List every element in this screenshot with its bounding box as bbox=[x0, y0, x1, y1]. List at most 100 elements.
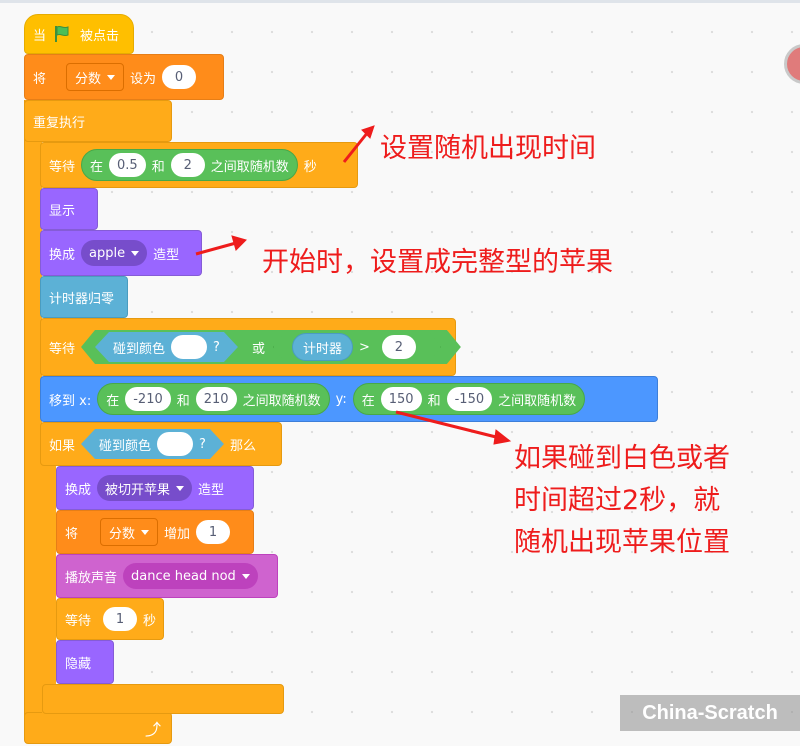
change-variable-block[interactable]: 将 分数 增加 1 bbox=[56, 510, 254, 554]
block-text: 计时器 bbox=[302, 341, 342, 357]
show-block[interactable]: 显示 bbox=[40, 188, 98, 230]
block-text: 等待 bbox=[65, 613, 92, 629]
if-then-block[interactable]: 如果 碰到颜色 ? 那么 bbox=[40, 422, 282, 466]
pick-random-y[interactable]: 在 150 和 -150 之间取随机数 bbox=[352, 383, 586, 415]
wait-seconds-block[interactable]: 等待 1 秒 bbox=[56, 598, 164, 640]
caret-down-icon bbox=[131, 250, 140, 256]
switch-costume-block[interactable]: 换成 被切开苹果 造型 bbox=[56, 466, 254, 510]
watermark: China-Scratch bbox=[620, 695, 800, 731]
variable-dropdown[interactable]: 分数 bbox=[100, 518, 159, 546]
reset-timer-block[interactable]: 计时器归零 bbox=[40, 276, 128, 318]
touching-color-condition[interactable]: 碰到颜色 ? bbox=[95, 332, 238, 362]
block-text: 和 bbox=[176, 393, 190, 409]
number-input[interactable]: 2 bbox=[170, 153, 205, 177]
block-text: 换成 bbox=[65, 482, 92, 498]
wait-random-block[interactable]: 等待 在 0.5 和 2 之间取随机数 秒 bbox=[40, 142, 358, 188]
pick-random-reporter[interactable]: 在 0.5 和 2 之间取随机数 bbox=[81, 149, 298, 181]
when-flag-clicked-block[interactable]: 当 被点击 bbox=[24, 14, 134, 54]
variable-dropdown[interactable]: 分数 bbox=[66, 63, 125, 91]
block-text: 在 bbox=[106, 393, 120, 409]
touching-color-condition[interactable]: 碰到颜色 ? bbox=[81, 429, 224, 459]
block-text: 如果 bbox=[49, 438, 76, 454]
number-input[interactable]: 150 bbox=[380, 387, 422, 411]
block-text: 之间取随机数 bbox=[210, 159, 289, 175]
block-text: 在 bbox=[361, 393, 375, 409]
caret-down-icon bbox=[141, 529, 150, 535]
block-text: 等待 bbox=[49, 341, 76, 357]
number-input[interactable]: 0.5 bbox=[109, 153, 146, 177]
block-text: 碰到颜色 bbox=[99, 438, 152, 454]
forever-block[interactable]: 重复执行 bbox=[24, 100, 172, 142]
greater-than-operator[interactable]: 计时器 > 2 bbox=[273, 329, 441, 365]
number-input[interactable]: -150 bbox=[446, 387, 493, 411]
timer-reporter[interactable]: 计时器 bbox=[292, 333, 353, 361]
number-input[interactable]: 1 bbox=[103, 607, 138, 631]
annotation-random-time: 设置随机出现时间 bbox=[380, 133, 596, 164]
annotation-line-3: 随机出现苹果位置 bbox=[514, 527, 730, 558]
block-text: 显示 bbox=[49, 203, 76, 219]
block-text: 换成 bbox=[49, 247, 76, 263]
annotation-line-2: 时间超过2秒，就 bbox=[514, 485, 721, 516]
block-text: 造型 bbox=[153, 247, 180, 263]
caret-down-icon bbox=[176, 485, 185, 491]
block-text: 那么 bbox=[229, 438, 256, 454]
loop-arrow-icon: ⤴ bbox=[144, 720, 161, 739]
green-flag-icon bbox=[55, 25, 69, 42]
annotation-full-apple: 开始时，设置成完整型的苹果 bbox=[262, 247, 613, 278]
block-text: 将 bbox=[33, 71, 47, 87]
number-input[interactable]: 210 bbox=[195, 387, 237, 411]
sound-dropdown[interactable]: dance head nod bbox=[123, 563, 258, 589]
forever-bottom[interactable]: ⤴ bbox=[24, 712, 172, 744]
block-text: y: bbox=[335, 391, 347, 407]
dropdown-value: dance head nod bbox=[131, 568, 236, 584]
pick-random-x[interactable]: 在 -210 和 210 之间取随机数 bbox=[97, 383, 330, 415]
block-text: 重复执行 bbox=[33, 115, 86, 131]
if-bottom bbox=[42, 684, 284, 714]
color-picker[interactable] bbox=[157, 432, 193, 456]
block-text: 移到 x: bbox=[49, 393, 92, 409]
block-text: 和 bbox=[151, 159, 165, 175]
stop-button-icon[interactable] bbox=[784, 44, 800, 84]
block-text: 隐藏 bbox=[65, 656, 92, 672]
block-text: 等待 bbox=[49, 159, 76, 175]
hide-block[interactable]: 隐藏 bbox=[56, 640, 114, 684]
block-text: 当 bbox=[33, 28, 47, 44]
value-input[interactable]: 0 bbox=[162, 65, 197, 89]
block-text: 计时器归零 bbox=[49, 291, 115, 307]
costume-dropdown[interactable]: 被切开苹果 bbox=[97, 475, 193, 501]
play-sound-block[interactable]: 播放声音 dance head nod bbox=[56, 554, 278, 598]
costume-dropdown[interactable]: apple bbox=[81, 240, 148, 266]
block-text: 之间取随机数 bbox=[242, 393, 321, 409]
block-text: 碰到颜色 bbox=[113, 341, 166, 357]
block-text: 之间取随机数 bbox=[498, 393, 577, 409]
goto-xy-block[interactable]: 移到 x: 在 -210 和 210 之间取随机数 y: 在 150 和 -15… bbox=[40, 376, 658, 422]
set-variable-block[interactable]: 将 分数 设为 0 bbox=[24, 54, 224, 100]
block-text: 秒 bbox=[143, 613, 157, 629]
color-picker[interactable] bbox=[171, 335, 207, 359]
wait-until-block[interactable]: 等待 碰到颜色 ? 或 计时器 > 2 bbox=[40, 318, 456, 376]
block-text: 被点击 bbox=[80, 28, 120, 44]
number-input[interactable]: 2 bbox=[382, 335, 416, 359]
block-text: 秒 bbox=[303, 159, 317, 175]
dropdown-value: 被切开苹果 bbox=[105, 482, 171, 498]
top-border bbox=[0, 0, 800, 3]
dropdown-value: 分数 bbox=[75, 71, 102, 87]
number-input[interactable]: 1 bbox=[196, 520, 231, 544]
if-arm bbox=[42, 464, 56, 714]
dropdown-value: apple bbox=[89, 245, 126, 261]
block-text: 设为 bbox=[130, 71, 157, 87]
block-text: 将 bbox=[65, 526, 79, 542]
block-text: 在 bbox=[90, 159, 104, 175]
block-text: ? bbox=[213, 339, 220, 355]
caret-down-icon bbox=[107, 74, 116, 80]
block-text: 和 bbox=[427, 393, 441, 409]
block-text: > bbox=[358, 339, 370, 355]
number-input[interactable]: -210 bbox=[125, 387, 171, 411]
block-text: 增加 bbox=[164, 526, 191, 542]
annotation-line-1: 如果碰到白色或者 bbox=[514, 443, 730, 474]
switch-costume-block[interactable]: 换成 apple 造型 bbox=[40, 230, 202, 276]
caret-down-icon bbox=[241, 573, 250, 579]
block-text: 或 bbox=[251, 341, 265, 357]
or-operator[interactable]: 碰到颜色 ? 或 计时器 > 2 bbox=[81, 330, 461, 364]
block-text: 造型 bbox=[198, 482, 225, 498]
